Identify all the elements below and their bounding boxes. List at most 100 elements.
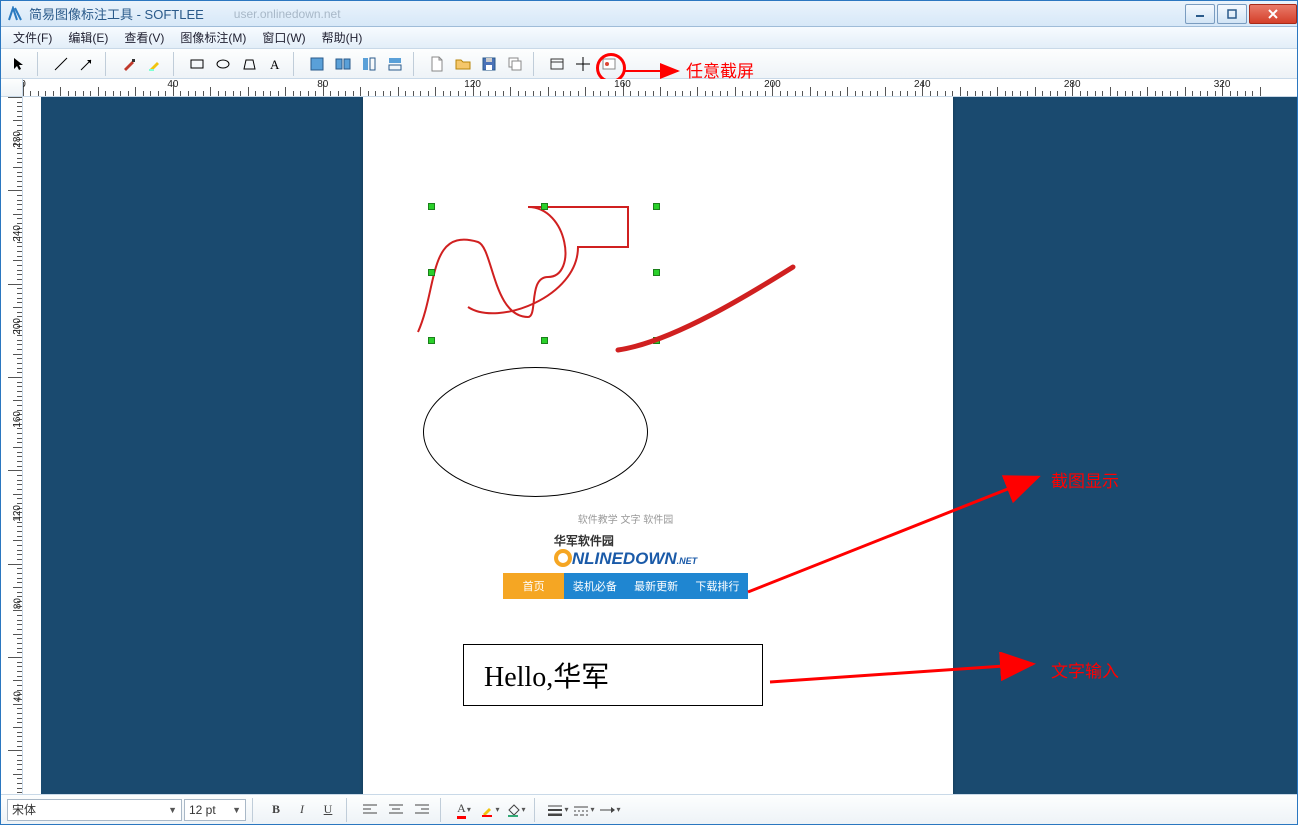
line-tool[interactable] [49, 52, 73, 76]
line-weight-icon [547, 804, 563, 816]
snippet-nav-3: 下载排行 [687, 573, 748, 599]
minimize-button[interactable] [1185, 4, 1215, 24]
ruler-corner [1, 79, 23, 97]
svg-text:A: A [270, 57, 280, 72]
workarea: 04080120160200240280320 2802402001601208… [1, 79, 1297, 794]
align-center-icon [389, 804, 403, 816]
menu-edit[interactable]: 编辑(E) [60, 27, 116, 48]
shade-rect-tool[interactable] [305, 52, 329, 76]
arrow-style-icon [599, 804, 615, 816]
properties-button[interactable] [597, 52, 621, 76]
menu-file[interactable]: 文件(F) [5, 27, 60, 48]
save-button[interactable] [477, 52, 501, 76]
font-family-combo[interactable]: 宋体▼ [7, 799, 182, 821]
italic-button[interactable]: I [290, 799, 314, 821]
app-window: 简易图像标注工具 - SOFTLEE user.onlinedown.net 文… [0, 0, 1298, 825]
format-toolbar: 宋体▼ 12 pt▼ B I U A▾ ▾ ▾ ▾ ▾ ▾ [1, 794, 1297, 824]
bucket-icon [506, 803, 520, 817]
snippet-logo-cn: 华军软件园 [554, 532, 614, 549]
menu-window[interactable]: 窗口(W) [254, 27, 313, 48]
pointer-tool[interactable] [7, 52, 31, 76]
open-button[interactable] [451, 52, 475, 76]
snippet-logo: 华军软件园 NLINEDOWN.NET [503, 528, 748, 573]
selected-scribble[interactable] [398, 197, 648, 357]
canvas-gutter [23, 97, 41, 794]
gallery-tool[interactable] [331, 52, 355, 76]
crosshair-capture-button[interactable] [571, 52, 595, 76]
align-left-button[interactable] [358, 799, 382, 821]
crosshair-icon [575, 56, 591, 72]
window-title: 简易图像标注工具 - SOFTLEE [29, 4, 204, 23]
font-size-combo[interactable]: 12 pt▼ [184, 799, 246, 821]
ellipse-shape[interactable] [423, 367, 648, 497]
pen-icon [121, 56, 137, 72]
menubar: 文件(F) 编辑(E) 查看(V) 图像标注(M) 窗口(W) 帮助(H) [1, 27, 1297, 49]
mirror-h-icon [361, 56, 377, 72]
align-center-button[interactable] [384, 799, 408, 821]
menu-annotate[interactable]: 图像标注(M) [172, 27, 254, 48]
canvas-viewport[interactable]: 软件教学 文字 软件园 华军软件园 NLINEDOWN.NET 首页 装机必备 … [23, 97, 1297, 794]
menu-help[interactable]: 帮助(H) [314, 27, 371, 48]
text-annotation[interactable]: Hello,华军 [463, 644, 763, 706]
menu-view[interactable]: 查看(V) [116, 27, 172, 48]
capture-window-icon [549, 56, 565, 72]
copy-button[interactable] [503, 52, 527, 76]
align-right-icon [415, 804, 429, 816]
snippet-logo-en: NLINEDOWN [572, 549, 677, 568]
page[interactable]: 软件教学 文字 软件园 华军软件园 NLINEDOWN.NET 首页 装机必备 … [363, 97, 953, 794]
arrow-tool[interactable] [75, 52, 99, 76]
callout-show: 截图显示 [1051, 467, 1119, 492]
captured-image-snippet[interactable]: 软件教学 文字 软件园 华军软件园 NLINEDOWN.NET 首页 装机必备 … [503, 509, 748, 599]
polygon-icon [241, 56, 257, 72]
shade-rect-icon [309, 56, 325, 72]
pointer-icon [11, 56, 27, 72]
new-icon [429, 56, 445, 72]
line-icon [53, 56, 69, 72]
bold-button[interactable]: B [264, 799, 288, 821]
pen-tool[interactable] [117, 52, 141, 76]
rect-tool[interactable] [185, 52, 209, 76]
ruler-vertical[interactable]: 2802402001601208040 [1, 97, 23, 794]
ellipse-tool[interactable] [211, 52, 235, 76]
new-button[interactable] [425, 52, 449, 76]
polygon-tool[interactable] [237, 52, 261, 76]
line-weight-button[interactable]: ▾ [546, 799, 570, 821]
line-style-icon [573, 804, 589, 816]
curved-stroke[interactable] [613, 262, 803, 357]
arrow-style-button[interactable]: ▾ [598, 799, 622, 821]
font-family-value: 宋体 [12, 801, 36, 818]
callout-text: 文字输入 [1051, 657, 1119, 682]
faded-url: user.onlinedown.net [234, 7, 341, 21]
text-tool[interactable]: A [263, 52, 287, 76]
font-color-button[interactable]: A▾ [452, 799, 476, 821]
highlighter-tool[interactable] [143, 52, 167, 76]
highlighter-icon [147, 56, 163, 72]
underline-button[interactable]: U [316, 799, 340, 821]
properties-icon [601, 56, 617, 72]
snippet-nav-1: 装机必备 [564, 573, 625, 599]
mirror-v-icon [387, 56, 403, 72]
window-controls [1183, 4, 1297, 24]
line-style-button[interactable]: ▾ [572, 799, 596, 821]
mirror-h-tool[interactable] [357, 52, 381, 76]
titlebar: 简易图像标注工具 - SOFTLEE user.onlinedown.net [1, 1, 1297, 27]
ruler-horizontal[interactable]: 04080120160200240280320 [23, 79, 1297, 97]
capture-window-button[interactable] [545, 52, 569, 76]
text-annotation-content: Hello,华军 [484, 662, 609, 693]
font-color-icon: A [457, 801, 466, 819]
font-size-value: 12 pt [189, 803, 216, 817]
mirror-v-tool[interactable] [383, 52, 407, 76]
copy-icon [507, 56, 523, 72]
align-left-icon [363, 804, 377, 816]
maximize-button[interactable] [1217, 4, 1247, 24]
snippet-nav-2: 最新更新 [626, 573, 687, 599]
align-right-button[interactable] [410, 799, 434, 821]
fill-color-button[interactable]: ▾ [504, 799, 528, 821]
rect-icon [189, 56, 205, 72]
text-icon: A [267, 56, 283, 72]
highlight-icon [480, 803, 494, 817]
snippet-logo-sub: .NET [677, 556, 698, 566]
highlight-color-button[interactable]: ▾ [478, 799, 502, 821]
snippet-nav-0: 首页 [503, 573, 564, 599]
close-button[interactable] [1249, 4, 1297, 24]
